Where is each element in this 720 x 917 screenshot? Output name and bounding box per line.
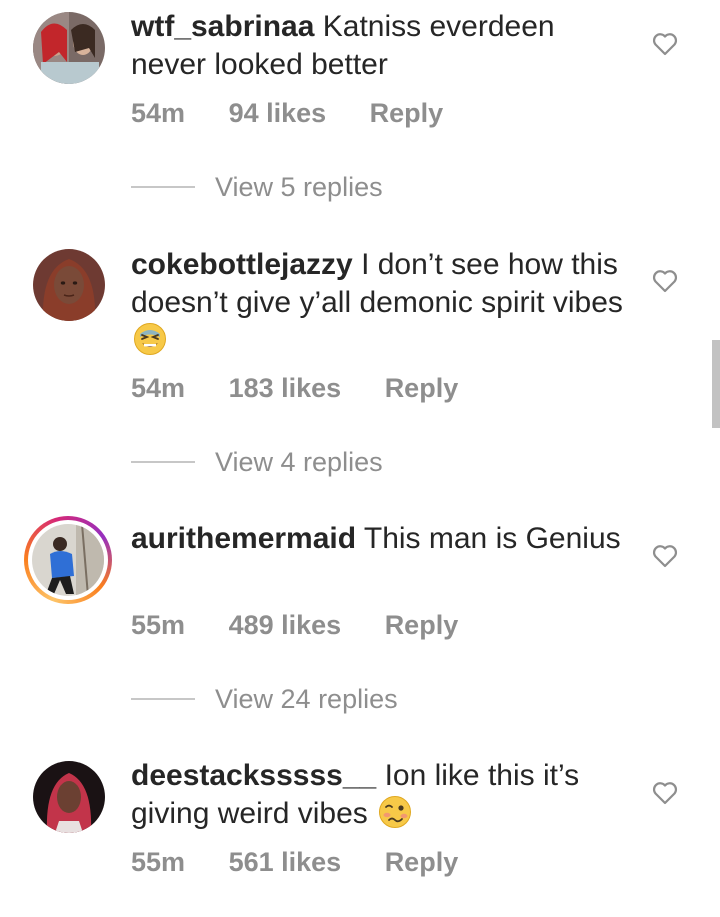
reply-button[interactable]: Reply [385,847,459,878]
like-heart-icon[interactable] [652,269,678,293]
comment-body: This man is Genius [363,522,621,555]
comment-meta: 54m 183 likes Reply [131,373,458,404]
comment-text: cokebottlejazzy I don’t see how this doe… [131,246,631,360]
comment-likes[interactable]: 561 likes [229,847,342,878]
comment-time: 55m [131,610,186,640]
comment-likes[interactable]: 183 likes [229,373,342,404]
comment-meta: 54m 94 likes Reply [131,98,443,129]
avatar[interactable] [33,249,105,321]
avatar[interactable] [33,12,105,84]
comment-likes[interactable]: 94 likes [229,98,327,129]
scrollbar[interactable] [712,340,720,428]
comment-text: wtf_sabrinaa Katniss everdeen never look… [131,8,631,84]
view-replies-button[interactable]: View 24 replies [131,684,398,715]
avatar [32,524,104,596]
replies-divider [131,185,195,188]
avatar-image [33,249,105,321]
comment-username[interactable]: deestacksssss__ [131,759,376,792]
comment-text: deestacksssss__ Ion like this it’s givin… [131,757,631,833]
woozy-face-emoji-icon [379,796,412,828]
story-ring[interactable] [24,516,112,604]
comment-username[interactable]: aurithemermaid [131,522,356,555]
comment-text: aurithemermaid This man is Genius [131,520,631,558]
view-replies-button[interactable]: View 4 replies [131,447,383,478]
avatar-image [33,761,105,833]
comment-time: 54m [131,373,186,403]
comment-username[interactable]: wtf_sabrinaa [131,10,314,43]
view-replies-label: View 24 replies [215,684,398,714]
comment-time: 54m [131,98,186,128]
avatar-image [33,12,105,84]
tired-face-emoji-icon [134,323,166,355]
like-heart-icon[interactable] [652,781,678,805]
like-heart-icon[interactable] [652,544,678,568]
reply-button[interactable]: Reply [370,98,444,129]
avatar-image [32,524,104,596]
view-replies-label: View 5 replies [215,172,383,202]
replies-divider [131,460,195,463]
reply-button[interactable]: Reply [385,610,459,641]
view-replies-button[interactable]: View 5 replies [131,172,383,203]
avatar[interactable] [33,761,105,833]
comment-meta: 55m 489 likes Reply [131,610,458,641]
like-heart-icon[interactable] [652,32,678,56]
replies-divider [131,697,195,700]
view-replies-label: View 4 replies [215,447,383,477]
comment-likes[interactable]: 489 likes [229,610,342,641]
reply-button[interactable]: Reply [385,373,459,404]
comment-username[interactable]: cokebottlejazzy [131,248,353,281]
comment-meta: 55m 561 likes Reply [131,847,458,878]
comment-time: 55m [131,847,186,877]
